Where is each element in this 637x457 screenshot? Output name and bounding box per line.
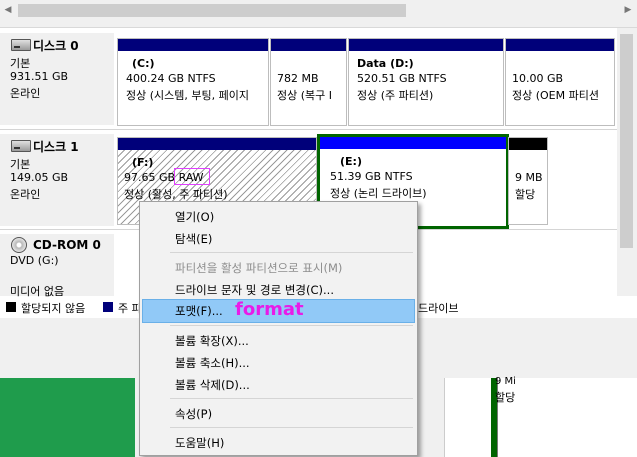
menu-separator bbox=[170, 252, 413, 253]
partition-size: 520.51 GB NTFS bbox=[357, 72, 447, 85]
partition-unallocated[interactable]: 9 MB 할당 bbox=[508, 137, 548, 225]
cdrom-0-label[interactable]: CD-ROM 0 DVD (G:) 미디어 없음 bbox=[0, 234, 114, 298]
menu-item-label: 파티션을 활성 파티션으로 표시(M) bbox=[175, 261, 343, 275]
menu-item-label: 볼륨 확장(X)... bbox=[175, 334, 249, 348]
disk-size: 149.05 GB bbox=[10, 171, 69, 184]
scroll-left-icon[interactable]: ◀ bbox=[2, 2, 14, 19]
partition-status: 정상 (주 파티션) bbox=[357, 89, 434, 102]
disk-size: 931.51 GB bbox=[10, 70, 69, 83]
partition-status: 정상 (OEM 파티션 bbox=[512, 89, 599, 102]
row-divider bbox=[0, 129, 617, 130]
lower-size: 9 Mi bbox=[495, 376, 516, 387]
legend-swatch-unallocated bbox=[6, 302, 16, 312]
partition-status: 정상 (복구 I bbox=[277, 89, 333, 102]
partition-status: 할당 bbox=[515, 188, 536, 201]
partition-name: (C:) bbox=[132, 57, 155, 70]
raw-highlight-box bbox=[174, 168, 210, 185]
legend-label: 할당되지 않음 bbox=[21, 302, 86, 315]
partition-c[interactable]: (C:) 400.24 GB NTFS 정상 (시스템, 부팅, 페이지 bbox=[117, 38, 269, 126]
menu-item-shrink-volume[interactable]: 볼륨 축소(H)... bbox=[142, 351, 413, 373]
disk-type: 기본 bbox=[10, 158, 31, 171]
menu-separator bbox=[170, 325, 413, 326]
disk-type: DVD (G:) bbox=[10, 254, 59, 267]
partition-status: 정상 (활성, 주 파티션) bbox=[124, 188, 228, 201]
disk-0-label[interactable]: 디스크 0 기본 931.51 GB 온라인 bbox=[0, 33, 114, 125]
background-green-block bbox=[0, 378, 135, 457]
menu-item-extend-volume[interactable]: 볼륨 확장(X)... bbox=[142, 329, 413, 351]
partition-status: 정상 (논리 드라이브) bbox=[330, 187, 427, 200]
partition-size: 9 MB bbox=[515, 171, 543, 184]
disk-title: 디스크 0 bbox=[33, 39, 79, 53]
vertical-scrollbar-thumb[interactable] bbox=[620, 34, 633, 248]
menu-item-explore[interactable]: 탐색(E) bbox=[142, 227, 413, 249]
menu-item-label: 볼륨 삭제(D)... bbox=[175, 378, 250, 392]
menu-item-format[interactable]: 포맷(F)... format bbox=[142, 299, 415, 323]
partition-bar bbox=[509, 138, 547, 150]
partition-bar bbox=[320, 137, 506, 149]
horizontal-scrollbar[interactable]: ◀ ▶ bbox=[0, 0, 637, 28]
menu-item-label: 볼륨 축소(H)... bbox=[175, 356, 250, 370]
menu-item-properties[interactable]: 속성(P) bbox=[142, 402, 413, 424]
partition-size: 782 MB bbox=[277, 72, 319, 85]
disk-title: 디스크 1 bbox=[33, 140, 79, 154]
partition-status: 정상 (시스템, 부팅, 페이지 bbox=[126, 89, 249, 102]
partition-bar bbox=[118, 39, 268, 51]
menu-item-label: 드라이브 문자 및 경로 변경(C)... bbox=[175, 283, 334, 297]
menu-item-label: 포맷(F)... bbox=[175, 304, 223, 318]
lower-status: 할당 bbox=[495, 391, 516, 404]
partition-name: (F:) bbox=[132, 156, 154, 169]
menu-item-help[interactable]: 도움말(H) bbox=[142, 431, 413, 453]
hard-disk-icon bbox=[11, 140, 31, 152]
disk-status: 온라인 bbox=[10, 87, 41, 100]
menu-item-open[interactable]: 열기(O) bbox=[142, 205, 413, 227]
menu-item-label: 속성(P) bbox=[175, 407, 213, 421]
scroll-right-icon[interactable]: ▶ bbox=[622, 2, 634, 19]
menu-item-change-drive-letter[interactable]: 드라이브 문자 및 경로 변경(C)... bbox=[142, 278, 413, 300]
cd-rom-icon bbox=[11, 237, 27, 253]
scrollbar-thumb[interactable] bbox=[18, 4, 406, 17]
disk-type: 기본 bbox=[10, 57, 31, 70]
menu-item-mark-active: 파티션을 활성 파티션으로 표시(M) bbox=[142, 256, 413, 278]
partition-bar bbox=[118, 138, 316, 150]
menu-item-label: 탐색(E) bbox=[175, 232, 213, 246]
partition-bar bbox=[349, 39, 503, 51]
legend-swatch-primary bbox=[103, 302, 113, 312]
menu-item-delete-volume[interactable]: 볼륨 삭제(D)... bbox=[142, 373, 413, 395]
partition-bar bbox=[271, 39, 346, 51]
partition-oem[interactable]: 10.00 GB 정상 (OEM 파티션 bbox=[505, 38, 615, 126]
format-annotation: format bbox=[235, 299, 304, 320]
partition-size: 51.39 GB NTFS bbox=[330, 170, 413, 183]
disk-status: 온라인 bbox=[10, 188, 41, 201]
partition-name: (E:) bbox=[340, 155, 362, 168]
partition-size: 400.24 GB NTFS bbox=[126, 72, 216, 85]
menu-separator bbox=[170, 427, 413, 428]
legend-label: 드라이브 bbox=[418, 302, 459, 315]
lower-partition: 9 Mi 할당 bbox=[444, 376, 637, 457]
hard-disk-icon bbox=[11, 39, 31, 51]
vertical-scrollbar[interactable] bbox=[617, 28, 637, 296]
partition-d[interactable]: Data (D:) 520.51 GB NTFS 정상 (주 파티션) bbox=[348, 38, 504, 126]
menu-separator bbox=[170, 398, 413, 399]
partition-size: 10.00 GB bbox=[512, 72, 564, 85]
partition-name: Data (D:) bbox=[357, 57, 414, 70]
partition-recovery[interactable]: 782 MB 정상 (복구 I bbox=[270, 38, 347, 126]
menu-item-label: 도움말(H) bbox=[175, 436, 225, 450]
partition-bar bbox=[506, 39, 614, 51]
disk-1-label[interactable]: 디스크 1 기본 149.05 GB 온라인 bbox=[0, 134, 114, 226]
menu-item-label: 열기(O) bbox=[175, 210, 215, 224]
context-menu: 열기(O) 탐색(E) 파티션을 활성 파티션으로 표시(M) 드라이브 문자 … bbox=[139, 201, 418, 456]
disk-title: CD-ROM 0 bbox=[33, 238, 101, 252]
